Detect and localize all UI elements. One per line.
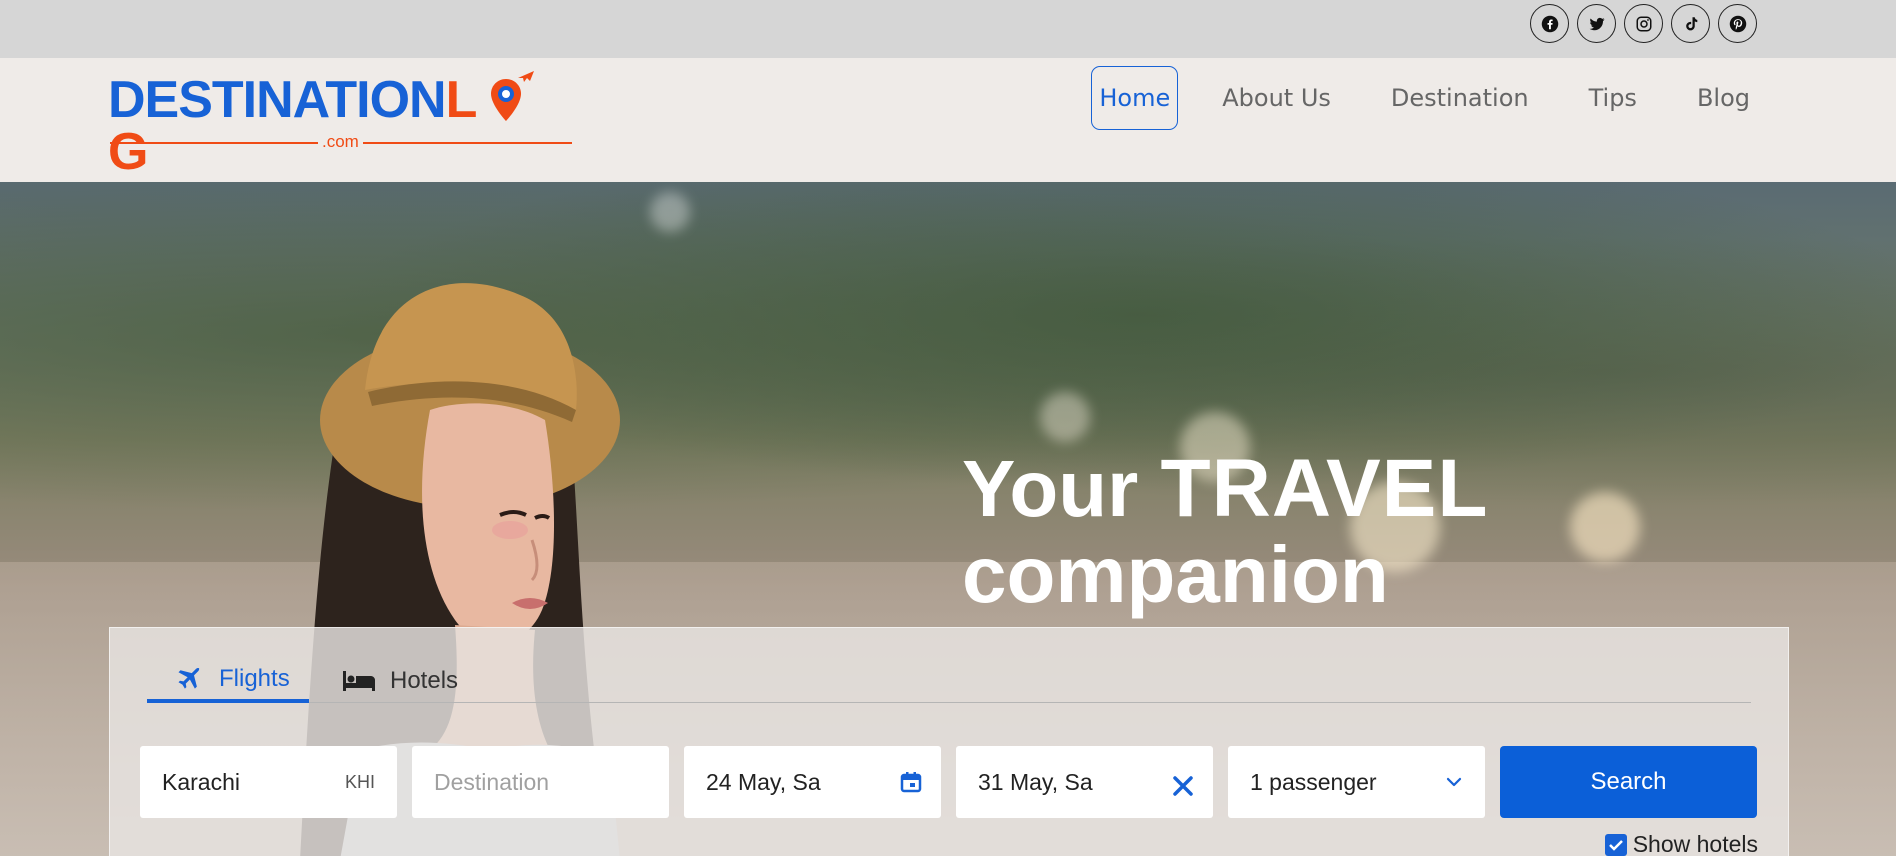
airplane-icon	[178, 667, 200, 689]
close-icon[interactable]	[1171, 774, 1195, 798]
calendar-icon[interactable]	[899, 770, 923, 794]
search-tabs: Flights Hotels	[147, 658, 1751, 703]
return-date-field[interactable]: 31 May, Sa	[956, 746, 1213, 818]
logo-text-l: L	[445, 71, 477, 129]
show-hotels-toggle[interactable]: Show hotels	[1604, 831, 1758, 856]
depart-date-value: 24 May, Sa	[706, 768, 821, 795]
site-header: DESTINATIONL G .com Home About Us Destin…	[0, 58, 1896, 182]
social-bar	[0, 0, 1896, 58]
logo-airplane-icon	[518, 71, 534, 82]
bed-icon	[343, 670, 375, 691]
logo-text-g: G	[108, 123, 148, 181]
nav-tips[interactable]: Tips	[1581, 66, 1645, 130]
headline-companion: companion	[962, 530, 1389, 619]
bokeh-light	[1570, 492, 1640, 562]
return-date-value: 31 May, Sa	[978, 768, 1093, 795]
bokeh-light	[1040, 392, 1090, 442]
headline-travel: TRAVEL	[1160, 443, 1489, 534]
tab-flights-label: Flights	[219, 664, 290, 692]
headline-your: Your	[962, 444, 1139, 533]
tiktok-icon[interactable]	[1671, 4, 1710, 43]
social-links	[1530, 4, 1757, 43]
passengers-select[interactable]: 1 passenger	[1228, 746, 1485, 818]
destinationlog-logo[interactable]: DESTINATIONL G .com	[108, 71, 573, 178]
origin-field[interactable]: Karachi KHI	[140, 746, 397, 818]
chevron-down-icon	[1446, 777, 1462, 787]
pinterest-icon[interactable]	[1718, 4, 1757, 43]
tab-flights[interactable]: Flights	[147, 658, 309, 703]
bokeh-light	[650, 192, 690, 232]
instagram-icon[interactable]	[1624, 4, 1663, 43]
origin-value: Karachi	[162, 768, 240, 795]
destination-placeholder: Destination	[434, 768, 550, 795]
show-hotels-checkbox[interactable]	[1604, 833, 1627, 856]
facebook-icon[interactable]	[1530, 4, 1569, 43]
checkmark-icon	[1608, 839, 1623, 851]
tab-hotels-label: Hotels	[390, 666, 459, 694]
twitter-icon[interactable]	[1577, 4, 1616, 43]
nav-about-us[interactable]: About Us	[1214, 66, 1339, 130]
show-hotels-label: Show hotels	[1632, 831, 1758, 856]
nav-destination[interactable]: Destination	[1383, 66, 1537, 130]
search-panel: Flights Hotels Karachi KHI Destination 2…	[109, 627, 1789, 856]
tab-hotels[interactable]: Hotels	[342, 658, 458, 703]
search-button[interactable]: Search	[1500, 746, 1757, 818]
nav-blog[interactable]: Blog	[1689, 66, 1758, 130]
depart-date-field[interactable]: 24 May, Sa	[684, 746, 941, 818]
origin-code: KHI	[344, 771, 375, 792]
passengers-value: 1 passenger	[1250, 768, 1377, 795]
destination-field[interactable]: Destination	[412, 746, 669, 818]
logo-text-destination: DESTINATION	[108, 71, 447, 129]
search-fields: Karachi KHI Destination 24 May, Sa 31 Ma…	[140, 746, 1757, 818]
hero-headline: Your TRAVEL companion	[962, 446, 1488, 618]
logo-dotcom: .com	[318, 132, 363, 152]
nav-home[interactable]: Home	[1091, 66, 1179, 130]
main-nav: Home About Us Destination Tips Blog	[1091, 66, 1758, 130]
